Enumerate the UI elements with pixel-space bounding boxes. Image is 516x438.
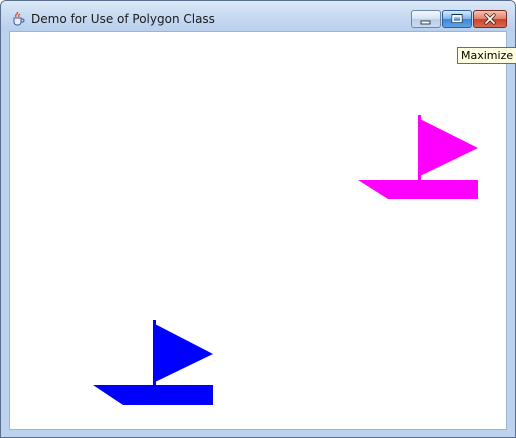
maximize-tooltip: Maximize (457, 47, 516, 64)
magenta-hull (358, 180, 478, 199)
blue-hull (93, 385, 213, 405)
magenta-sailboat (358, 115, 478, 199)
blue-sailboat (93, 320, 213, 405)
magenta-sail (418, 118, 478, 177)
polygon-drawing (93, 115, 478, 405)
blue-sail (153, 323, 213, 383)
